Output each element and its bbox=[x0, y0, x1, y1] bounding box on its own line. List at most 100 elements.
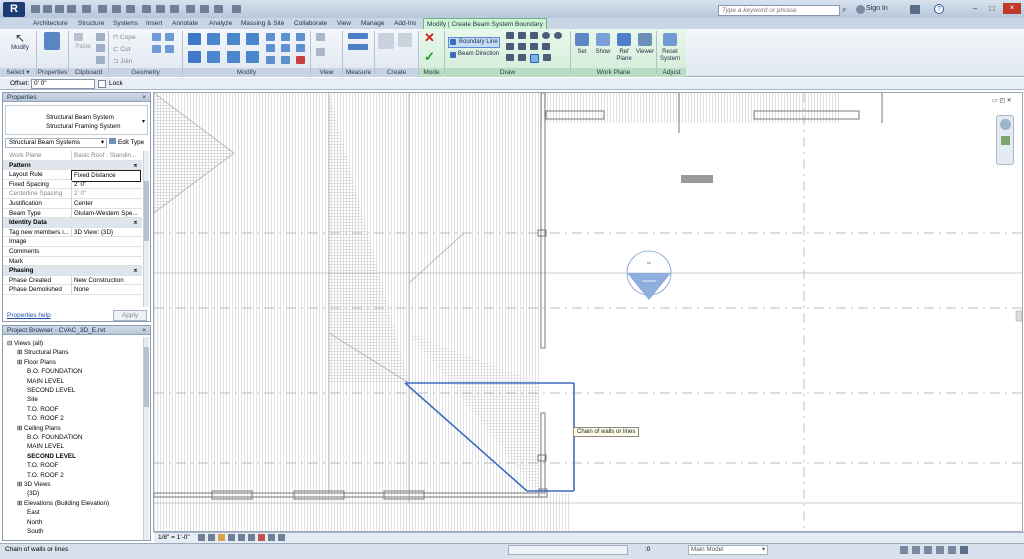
property-value[interactable]: 3D View: {3D} bbox=[71, 227, 141, 238]
zoom-icon[interactable] bbox=[1000, 136, 1010, 145]
expand-icon[interactable]: ⊞ bbox=[17, 349, 24, 356]
extend-multiple-icon[interactable] bbox=[296, 44, 305, 52]
hide-icon[interactable] bbox=[316, 33, 325, 41]
finish-edit-mode-icon[interactable]: ✓ bbox=[424, 49, 435, 65]
view-scale[interactable]: 1/8" = 1'-0" bbox=[158, 534, 190, 541]
close-button[interactable]: × bbox=[1003, 3, 1021, 14]
drag-elements-icon[interactable] bbox=[948, 546, 956, 554]
show-crop-icon[interactable] bbox=[248, 534, 255, 541]
ref-plane-button[interactable]: Ref Plane bbox=[614, 33, 634, 63]
override-graphics-icon[interactable] bbox=[316, 48, 325, 56]
analytical-model-icon[interactable] bbox=[278, 534, 285, 541]
browser-category[interactable]: ⊞ Floor Plans bbox=[17, 358, 56, 367]
exchange-apps-icon[interactable] bbox=[910, 5, 920, 14]
pin-icon[interactable] bbox=[281, 33, 290, 41]
text-icon[interactable] bbox=[142, 5, 151, 13]
mirror-axis-icon[interactable] bbox=[227, 33, 240, 45]
line-tool-icon[interactable] bbox=[506, 32, 514, 39]
property-row[interactable]: Centerline Spacing 2' 0" bbox=[3, 189, 142, 199]
browser-scrollbar[interactable] bbox=[143, 337, 149, 540]
select-links-icon[interactable] bbox=[900, 546, 908, 554]
shadows-icon[interactable] bbox=[228, 534, 235, 541]
cope-button[interactable]: ⊓ Cope bbox=[113, 33, 135, 41]
cut-clipboard-icon[interactable] bbox=[96, 33, 105, 41]
customize-qat-icon[interactable] bbox=[232, 5, 241, 13]
scale-icon[interactable] bbox=[266, 56, 275, 64]
polygon-tool-icon[interactable] bbox=[530, 32, 538, 39]
tangent-arc-icon[interactable] bbox=[506, 43, 514, 50]
tab-structure[interactable]: Structure bbox=[78, 18, 104, 29]
detail-level-icon[interactable] bbox=[198, 534, 205, 541]
visual-style-icon[interactable] bbox=[208, 534, 215, 541]
split-gap-icon[interactable] bbox=[296, 33, 305, 41]
scrollbar-thumb[interactable] bbox=[144, 347, 149, 407]
panel-label-select[interactable]: Select ▾ bbox=[0, 68, 36, 77]
property-row[interactable]: Comments bbox=[3, 247, 142, 257]
temporary-hide-icon[interactable] bbox=[258, 534, 265, 541]
close-hidden-icon[interactable] bbox=[200, 5, 209, 13]
demolish-icon[interactable] bbox=[165, 45, 174, 53]
split-face-icon[interactable] bbox=[152, 33, 161, 41]
property-group-header[interactable]: Identity Data ⌅ bbox=[3, 218, 142, 228]
browser-view-item[interactable]: East bbox=[27, 508, 40, 517]
print-icon[interactable] bbox=[82, 5, 91, 13]
search-icon[interactable]: ⌕ bbox=[842, 5, 852, 14]
reset-system-button[interactable]: Reset System bbox=[658, 33, 682, 63]
browser-category[interactable]: ⊞ Structural Plans bbox=[17, 348, 68, 357]
thin-lines-icon[interactable] bbox=[186, 5, 195, 13]
property-row[interactable]: Layout Rule Fixed Distance bbox=[3, 170, 142, 182]
offset-icon[interactable] bbox=[207, 33, 220, 45]
maximize-button[interactable]: □ bbox=[985, 4, 999, 14]
collapse-icon[interactable]: ⌅ bbox=[133, 218, 138, 228]
browser-view-item[interactable]: B.O. FOUNDATION bbox=[27, 433, 83, 442]
rotate-icon[interactable] bbox=[227, 51, 240, 63]
aligned-dimension-icon[interactable] bbox=[348, 44, 368, 50]
property-row[interactable]: Phase Demolished None bbox=[3, 285, 142, 295]
collapse-icon[interactable]: ⌅ bbox=[133, 266, 138, 276]
drawing-canvas[interactable]: Chain of walls or lines ▭ ◰ ✕ bbox=[153, 92, 1023, 532]
select-by-face-icon[interactable] bbox=[936, 546, 944, 554]
undo-icon[interactable] bbox=[55, 5, 64, 13]
browser-view-item[interactable]: Site bbox=[27, 395, 38, 404]
navigation-bar[interactable] bbox=[996, 115, 1014, 165]
property-value[interactable]: Basic Roof : Standin... bbox=[71, 151, 141, 161]
spline-icon[interactable] bbox=[530, 43, 538, 50]
browser-category[interactable]: ⊞ Elevations (Building Elevation) bbox=[17, 499, 109, 508]
minimize-button[interactable]: – bbox=[968, 4, 982, 14]
browser-view-item[interactable]: T.O. ROOF bbox=[27, 461, 58, 470]
array-icon[interactable] bbox=[266, 44, 275, 52]
workset-field[interactable] bbox=[508, 545, 628, 555]
rectangle-tool-icon[interactable] bbox=[518, 32, 526, 39]
move-icon[interactable] bbox=[188, 51, 201, 63]
browser-view-item[interactable]: South bbox=[27, 527, 43, 536]
create-similar-icon[interactable] bbox=[398, 33, 412, 47]
close-icon[interactable]: × bbox=[142, 93, 146, 102]
tab-systems[interactable]: Systems bbox=[113, 18, 138, 29]
close-icon[interactable]: × bbox=[142, 326, 146, 335]
tab-insert[interactable]: Insert bbox=[146, 18, 162, 29]
view-window-controls[interactable]: ▭ ◰ ✕ bbox=[992, 97, 1022, 106]
browser-category[interactable]: ⊞ Ceiling Plans bbox=[17, 424, 61, 433]
design-option-dropdown[interactable]: Main Model ▾ bbox=[688, 545, 768, 555]
tag-icon[interactable] bbox=[126, 5, 135, 13]
sign-in-link[interactable]: Sign In bbox=[866, 5, 888, 12]
property-group-header[interactable]: Phasing ⌅ bbox=[3, 266, 142, 276]
ellipse-icon[interactable] bbox=[542, 43, 550, 50]
apply-button[interactable]: Apply bbox=[113, 310, 147, 321]
property-value[interactable]: New Construction bbox=[71, 275, 141, 286]
property-group-header[interactable]: Pattern ⌅ bbox=[3, 160, 142, 171]
properties-scrollbar[interactable] bbox=[143, 151, 149, 307]
crop-view-icon[interactable] bbox=[238, 534, 245, 541]
measure-distance-icon[interactable] bbox=[348, 33, 368, 39]
lock-checkbox[interactable] bbox=[98, 80, 106, 88]
collapse-icon[interactable]: ⌅ bbox=[133, 161, 138, 171]
paste-button[interactable]: Paste bbox=[72, 44, 94, 51]
property-value[interactable]: Center bbox=[71, 199, 141, 209]
browser-category[interactable]: ⊟ Views (all) bbox=[7, 339, 43, 348]
beam-direction-button[interactable]: Beam Direction bbox=[448, 50, 504, 61]
property-row[interactable]: Phase Created New Construction bbox=[3, 275, 142, 286]
align-icon[interactable] bbox=[188, 33, 201, 45]
browser-view-item[interactable]: MAIN LEVEL bbox=[27, 377, 64, 386]
wall-joins-icon[interactable] bbox=[165, 33, 174, 41]
offset-input[interactable]: 0' 0" bbox=[31, 79, 95, 89]
